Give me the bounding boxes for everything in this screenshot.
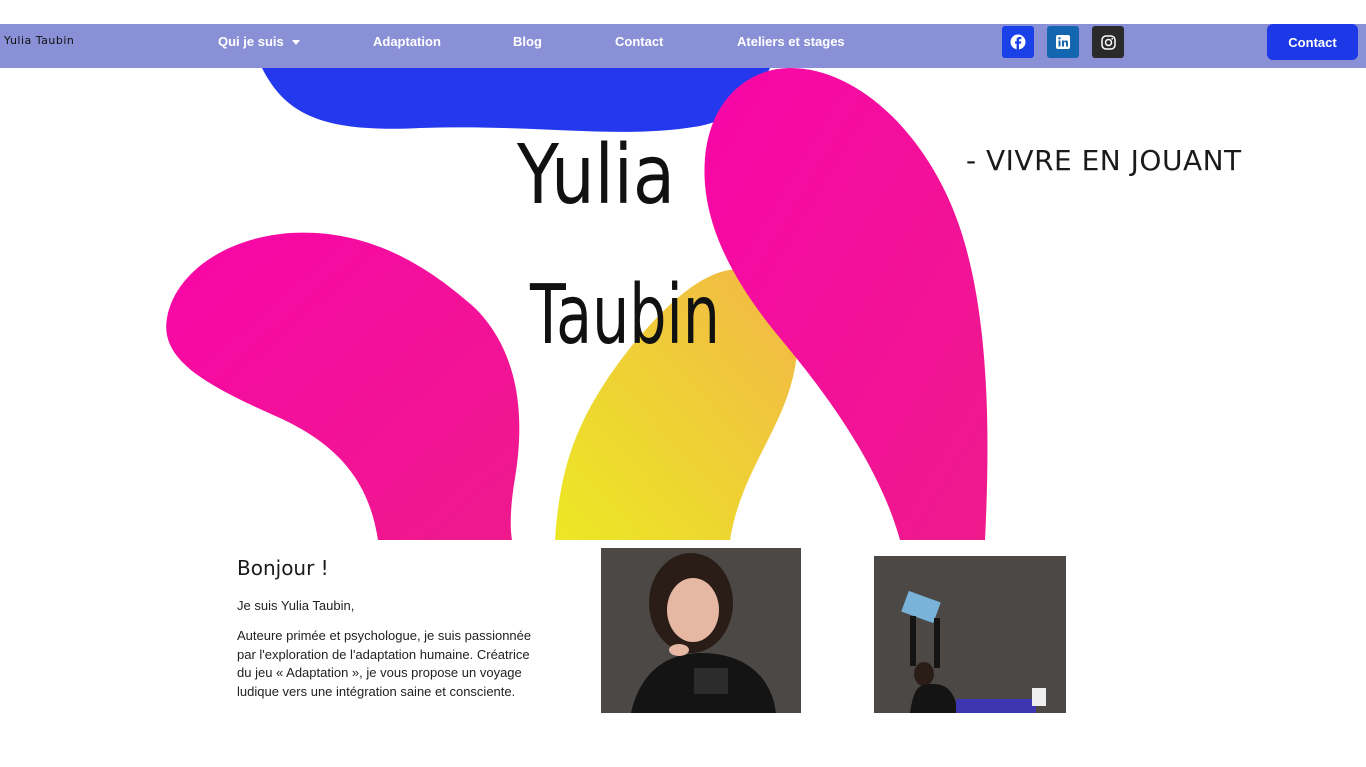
instagram-link[interactable] <box>1092 26 1124 58</box>
chevron-down-icon <box>291 40 300 46</box>
nav-ateliers-et-stages[interactable]: Ateliers et stages <box>737 34 845 49</box>
hero-banner: Yulia Taubin <box>0 68 1366 540</box>
pink-blob-left <box>166 232 520 540</box>
site-logo[interactable]: Yulia Taubin <box>4 34 74 47</box>
hero-tagline: - VIVRE EN JOUANT <box>966 144 1242 177</box>
nav-qui-je-suis[interactable]: Qui je suis <box>218 34 300 49</box>
top-navbar: Yulia Taubin Qui je suis Adaptation Blog… <box>0 24 1366 68</box>
portrait-photo <box>601 548 801 713</box>
facebook-icon <box>1010 34 1026 50</box>
instagram-icon <box>1100 34 1116 50</box>
hero-name-line1: Yulia <box>516 128 675 223</box>
intro-greeting: Je suis Yulia Taubin, <box>237 598 355 613</box>
intro-paragraph: Auteure primée et psychologue, je suis p… <box>237 628 532 699</box>
linkedin-link[interactable] <box>1047 26 1079 58</box>
facebook-link[interactable] <box>1002 26 1034 58</box>
contact-cta-button[interactable]: Contact <box>1267 24 1358 60</box>
game-board-photo <box>874 556 1066 713</box>
blue-blob <box>262 68 770 132</box>
linkedin-icon <box>1056 35 1070 49</box>
intro-title: Bonjour ! <box>237 556 329 580</box>
nav-contact[interactable]: Contact <box>615 34 663 49</box>
hero-name-line2: Taubin <box>529 268 720 363</box>
nav-blog[interactable]: Blog <box>513 34 542 49</box>
nav-adaptation[interactable]: Adaptation <box>373 34 441 49</box>
hero-artwork: Yulia Taubin <box>166 68 988 540</box>
nav-qui-je-suis-label: Qui je suis <box>218 34 284 49</box>
